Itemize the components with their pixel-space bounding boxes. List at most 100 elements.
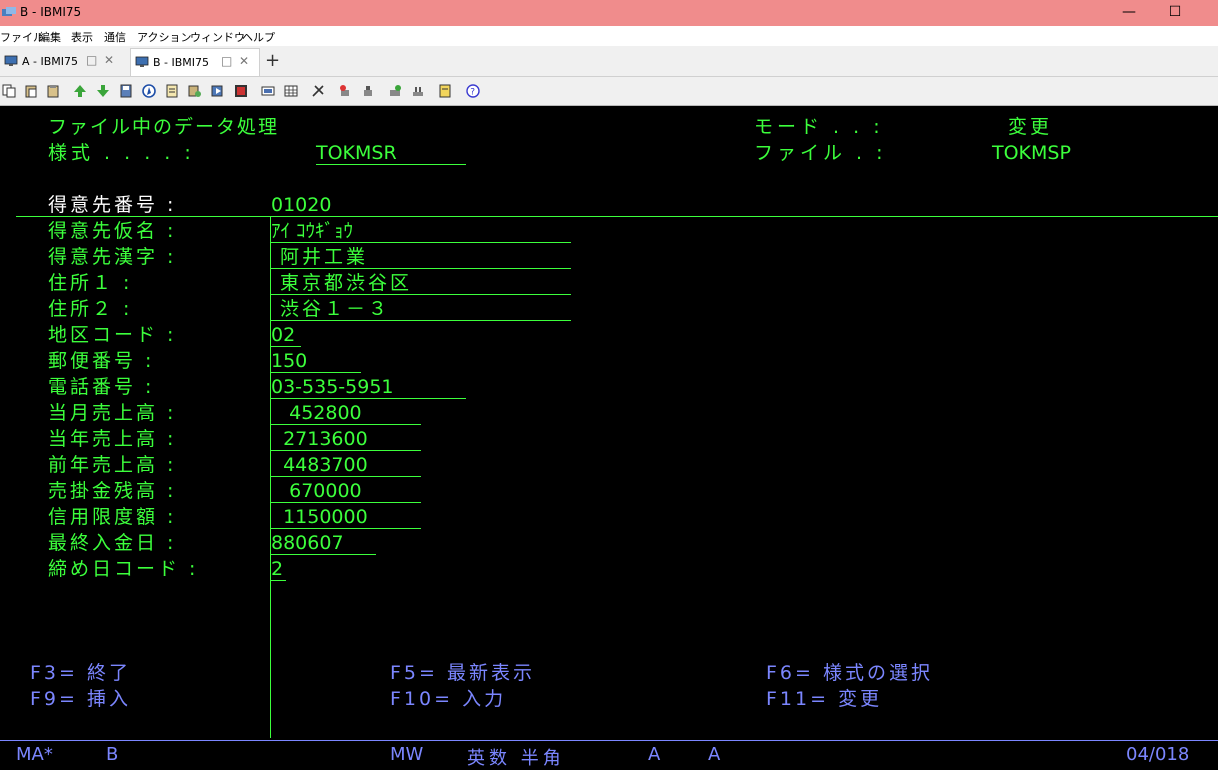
record-macro-icon[interactable] xyxy=(188,84,202,98)
last-payment-date-label: 最終入金日 : xyxy=(48,532,177,554)
tab-session-a[interactable]: A - IBMI75 □ ✕ xyxy=(0,48,125,75)
mode-label: モード . . : xyxy=(754,116,884,138)
phone-number-field[interactable]: 03-535-5951 xyxy=(271,376,466,399)
close-tab-icon[interactable]: ✕ xyxy=(104,53,114,67)
status-indicator-a1: A xyxy=(648,744,661,765)
customer-kanji-label: 得意先漢字 : xyxy=(48,246,177,268)
f3-exit-key[interactable]: F3= 終了 xyxy=(30,662,131,684)
f11-change-key[interactable]: F11= 変更 xyxy=(766,688,882,710)
restore-tab-icon[interactable]: □ xyxy=(221,54,232,68)
play-macro-icon[interactable] xyxy=(211,84,225,98)
toolbar: ? xyxy=(0,77,1218,106)
tab-session-b[interactable]: B - IBMI75 □ ✕ xyxy=(130,48,260,76)
notes-icon[interactable] xyxy=(438,84,452,98)
header-separator-line xyxy=(16,216,1218,217)
status-cursor-position: 04/018 xyxy=(1126,744,1190,765)
receivable-balance-field[interactable]: 670000 xyxy=(271,480,421,503)
session-properties-icon[interactable] xyxy=(388,84,402,98)
print-screen-icon[interactable] xyxy=(234,84,248,98)
tab-label: B - IBMI75 xyxy=(153,56,210,69)
copy-icon[interactable] xyxy=(2,84,16,98)
f6-select-format-key[interactable]: F6= 様式の選択 xyxy=(766,662,933,684)
closing-day-code-field[interactable]: 2 xyxy=(271,558,286,581)
menu-action[interactable]: アクション xyxy=(137,29,191,45)
status-input-mode: 英数 半角 xyxy=(467,748,565,769)
format-value-field[interactable]: TOKMSR xyxy=(316,142,466,165)
add-tab-icon[interactable]: + xyxy=(265,50,280,71)
menu-view[interactable]: 表示 xyxy=(71,29,93,45)
f5-refresh-key[interactable]: F5= 最新表示 xyxy=(390,662,535,684)
receive-file-icon[interactable] xyxy=(96,84,110,98)
status-message-indicator: MA* xyxy=(16,744,53,765)
yearly-sales-label: 当年売上高 : xyxy=(48,428,177,450)
edit-settings-icon[interactable] xyxy=(311,84,325,98)
restore-tab-icon[interactable]: □ xyxy=(86,53,97,67)
minimize-button[interactable]: — xyxy=(1106,0,1152,26)
file-label: ファイル . : xyxy=(754,142,887,164)
title-bar: B - IBMI75 — ☐ xyxy=(0,0,1218,26)
area-code-field[interactable]: 02 xyxy=(271,324,301,347)
monitor-icon xyxy=(135,56,149,67)
connect-icon[interactable] xyxy=(338,84,352,98)
customer-kana-field[interactable]: ｱｲ ｺｳｷﾞｮｳ xyxy=(271,220,571,243)
menu-bar: ファイル 編集 表示 通信 アクション ウィンドウ ヘルプ xyxy=(0,26,1218,46)
area-code-label: 地区コード : xyxy=(48,324,177,346)
app-icon xyxy=(2,7,16,16)
screen-heading: ファイル中のデータ処理 xyxy=(48,116,280,138)
postal-code-label: 郵便番号 : xyxy=(48,350,155,372)
status-indicator-a2: A xyxy=(708,744,721,765)
navigator-icon[interactable] xyxy=(142,84,156,98)
disconnect-icon[interactable] xyxy=(361,84,375,98)
monitor-icon xyxy=(4,55,18,66)
receivable-balance-label: 売掛金残高 : xyxy=(48,480,177,502)
status-divider xyxy=(0,740,1218,741)
menu-file[interactable]: ファイル xyxy=(0,29,44,45)
status-icon[interactable] xyxy=(411,84,425,98)
svg-text:?: ? xyxy=(470,88,475,98)
address2-field[interactable]: 渋谷１－３ xyxy=(271,298,571,321)
save-icon[interactable] xyxy=(119,84,133,98)
closing-day-code-label: 締め日コード : xyxy=(48,558,199,580)
macro-icon[interactable] xyxy=(165,84,179,98)
monthly-sales-field[interactable]: 452800 xyxy=(271,402,421,425)
status-mw-indicator: MW xyxy=(390,744,424,765)
maximize-button[interactable]: ☐ xyxy=(1152,0,1198,26)
help-icon[interactable]: ? xyxy=(466,84,480,98)
monthly-sales-label: 当月売上高 : xyxy=(48,402,177,424)
credit-limit-label: 信用限度額 : xyxy=(48,506,177,528)
tab-label: A - IBMI75 xyxy=(22,55,79,68)
mode-value: 変更 xyxy=(1008,116,1053,138)
format-label: 様式 . . . . : xyxy=(48,142,195,164)
send-file-icon[interactable] xyxy=(73,84,87,98)
credit-limit-field[interactable]: 1150000 xyxy=(271,506,421,529)
status-session-id: B xyxy=(106,744,119,765)
menu-edit[interactable]: 編集 xyxy=(39,29,61,45)
menu-help[interactable]: ヘルプ xyxy=(242,29,275,45)
session-tab-bar: A - IBMI75 □ ✕ B - IBMI75 □ ✕ xyxy=(0,46,1218,77)
menu-communication[interactable]: 通信 xyxy=(104,29,126,45)
phone-number-label: 電話番号 : xyxy=(48,376,155,398)
customer-number-label: 得意先番号 : xyxy=(48,194,177,216)
menu-window[interactable]: ウィンドウ xyxy=(190,29,245,45)
last-payment-date-field[interactable]: 880607 xyxy=(271,532,376,555)
customer-kana-label: 得意先仮名 : xyxy=(48,220,177,242)
f10-enter-key[interactable]: F10= 入力 xyxy=(390,688,506,710)
keypad-icon[interactable] xyxy=(284,84,298,98)
f9-insert-key[interactable]: F9= 挿入 xyxy=(30,688,131,710)
address2-label: 住所２ : xyxy=(48,298,133,320)
postal-code-field[interactable]: 150 xyxy=(271,350,361,373)
yearly-sales-field[interactable]: 2713600 xyxy=(271,428,421,451)
customer-kanji-field[interactable]: 阿井工業 xyxy=(271,246,571,269)
window-title: B - IBMI75 xyxy=(20,5,82,19)
address1-field[interactable]: 東京都渋谷区 xyxy=(271,272,571,295)
address1-label: 住所１ : xyxy=(48,272,133,294)
keyboard-icon[interactable] xyxy=(261,84,275,98)
clipboard-icon[interactable] xyxy=(46,84,60,98)
customer-number-field[interactable]: 01020 xyxy=(271,194,347,216)
close-tab-icon[interactable]: ✕ xyxy=(239,54,249,68)
previous-year-sales-field[interactable]: 4483700 xyxy=(271,454,421,477)
terminal-screen[interactable]: ファイル中のデータ処理 様式 . . . . : TOKMSR モード . . … xyxy=(0,106,1218,769)
paste-icon[interactable] xyxy=(24,84,38,98)
file-value: TOKMSP xyxy=(992,142,1071,164)
previous-year-sales-label: 前年売上高 : xyxy=(48,454,177,476)
